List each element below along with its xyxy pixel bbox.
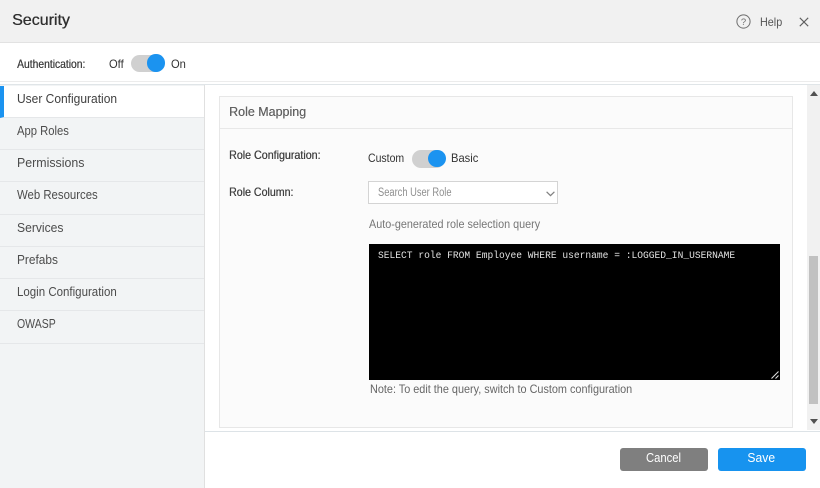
svg-text:?: ? — [741, 17, 746, 28]
